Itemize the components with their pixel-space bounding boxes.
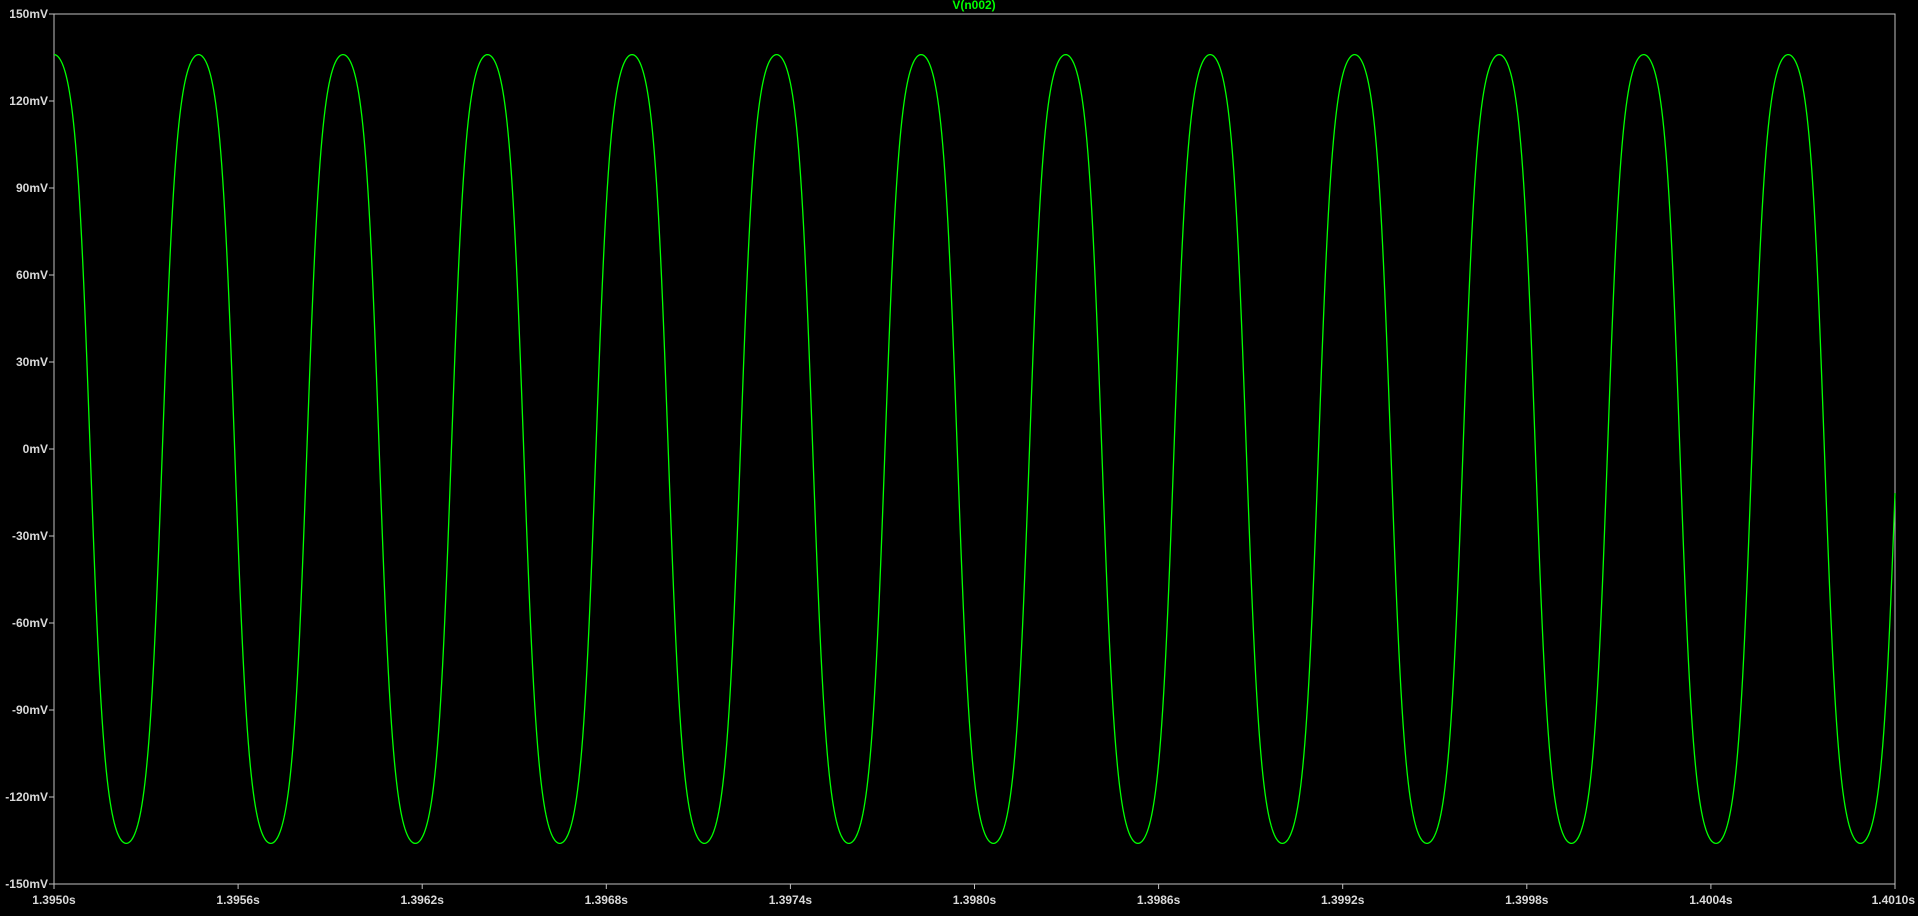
x-tick-label: 1.4004s: [1689, 893, 1733, 907]
x-axis-ticks: 1.3950s 1.3956s 1.3962s 1.3968s 1.3974s 1.398…: [32, 884, 1915, 907]
y-tick-label: -120mV: [5, 790, 48, 804]
waveform-plot[interactable]: V(n002) 150mV 120mV 90mV 60mV 30mV 0mV -30mV -6…: [0, 0, 1918, 911]
x-tick-label: 1.3986s: [1137, 893, 1181, 907]
y-tick-label: -60mV: [12, 616, 48, 630]
x-tick-label: 1.3998s: [1505, 893, 1549, 907]
x-tick-label: 1.3950s: [32, 893, 76, 907]
traces: [53, 53, 1896, 845]
x-tick-label: 1.3962s: [401, 893, 445, 907]
x-tick-label: 1.4010s: [1872, 893, 1916, 907]
waveform-chart[interactable]: V(n002) 150mV 120mV 90mV 60mV 30mV 0mV -30mV -6…: [0, 0, 1918, 911]
x-tick-label: 1.3992s: [1321, 893, 1365, 907]
x-tick-label: 1.3980s: [953, 893, 997, 907]
plot-frame: [53, 13, 1896, 885]
y-tick-label: 150mV: [9, 7, 48, 21]
y-tick-label: -150mV: [5, 877, 48, 891]
y-tick-label: 30mV: [16, 355, 48, 369]
y-tick-label: 120mV: [9, 94, 48, 108]
x-tick-label: 1.3956s: [216, 893, 260, 907]
x-tick-label: 1.3968s: [585, 893, 629, 907]
y-axis-ticks: 150mV 120mV 90mV 60mV 30mV 0mV -30mV -60mV -90mV…: [5, 7, 54, 891]
y-tick-label: 90mV: [16, 181, 48, 195]
y-tick-label: -30mV: [12, 529, 48, 543]
y-tick-label: 0mV: [23, 442, 48, 456]
y-tick-label: 60mV: [16, 268, 48, 282]
chart-title[interactable]: V(n002): [952, 0, 995, 12]
series-line-v-n002[interactable]: [53, 53, 1896, 845]
x-tick-label: 1.3974s: [769, 893, 813, 907]
y-tick-label: -90mV: [12, 703, 48, 717]
